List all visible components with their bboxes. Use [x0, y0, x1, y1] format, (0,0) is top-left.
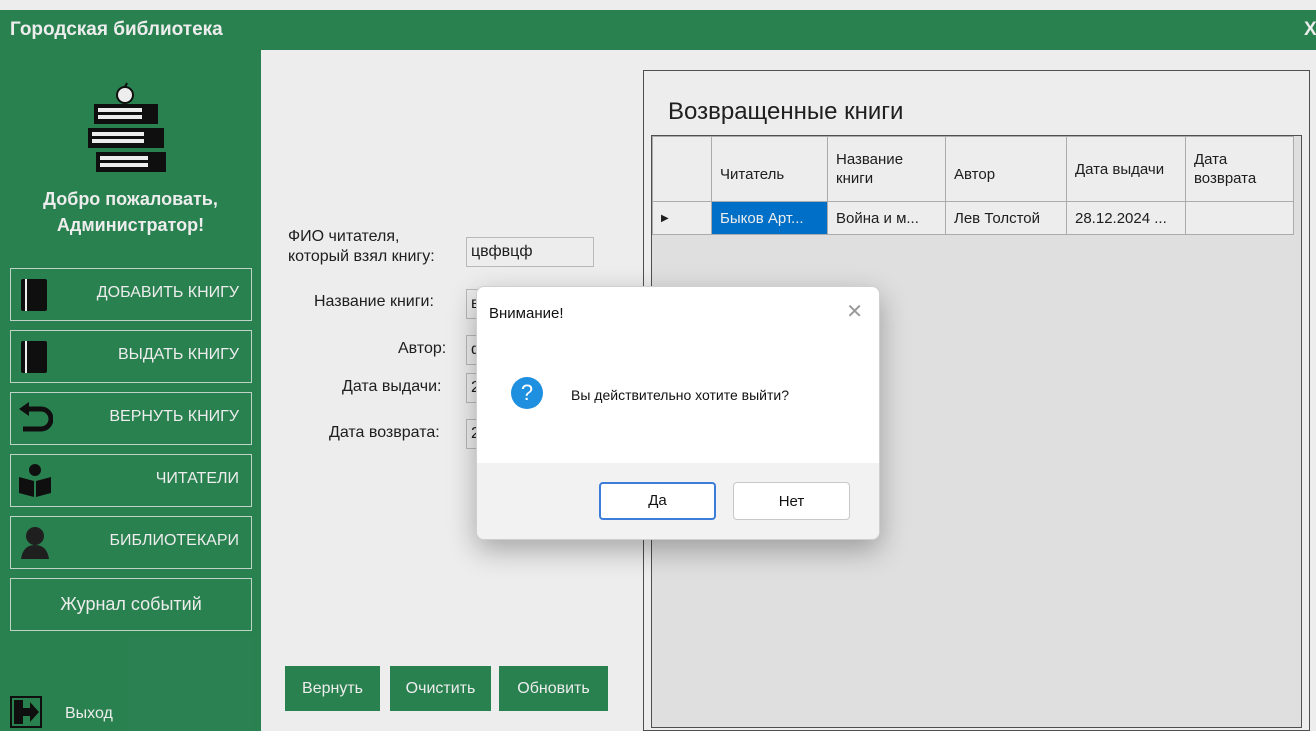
- dialog-message: Вы действительно хотите выйти?: [571, 387, 790, 403]
- dialog-close-icon[interactable]: ✕: [846, 299, 863, 324]
- dialog-body: ? Вы действительно хотите выйти?: [477, 335, 879, 463]
- dialog-title: Внимание!: [489, 305, 564, 322]
- yes-button[interactable]: Да: [599, 482, 716, 520]
- question-icon: ?: [511, 377, 543, 409]
- exit-confirm-dialog: Внимание! ✕ ? Вы действительно хотите вы…: [476, 286, 880, 540]
- no-button[interactable]: Нет: [733, 482, 850, 520]
- dialog-footer: Да Нет: [477, 463, 879, 539]
